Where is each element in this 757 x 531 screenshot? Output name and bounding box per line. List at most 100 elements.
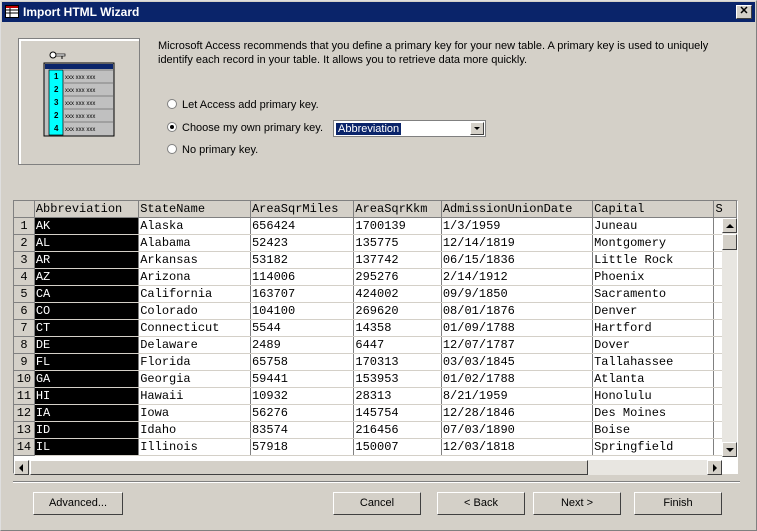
table-row: 4 AZ Arizona 114006 295276 2/14/1912 Phoenix	[14, 268, 737, 286]
back-button[interactable]: < Back	[437, 492, 525, 515]
illus-cell-text: xxx xxx xxx	[65, 75, 95, 81]
table-icon	[5, 5, 19, 18]
table-cell: 2489	[250, 336, 355, 354]
row-number-cell[interactable]: 6	[14, 302, 35, 320]
table-cell: 1/3/1959	[441, 217, 594, 235]
table-cell: Dover	[592, 336, 715, 354]
window-title: Import HTML Wizard	[23, 5, 140, 19]
table-cell: 145754	[353, 404, 442, 422]
table-cell: Hawaii	[138, 387, 251, 405]
cancel-button[interactable]: Cancel	[333, 492, 421, 515]
table-row: 12 IA Iowa 56276 145754 12/28/1846 Des Moines	[14, 404, 737, 422]
column-header-admissionuniondate[interactable]: AdmissionUnionDate	[441, 201, 594, 218]
radio-button-selected[interactable]	[167, 122, 177, 132]
table-row: 3 AR Arkansas 53182 137742 06/15/1836 Little R…	[14, 251, 737, 269]
row-number-cell[interactable]: 10	[14, 370, 35, 388]
radio-button[interactable]	[167, 99, 177, 109]
primary-key-cell: IL	[34, 438, 140, 456]
row-number-cell[interactable]: 11	[14, 387, 35, 405]
table-cell: 03/03/1845	[441, 353, 594, 371]
primary-key-cell: ID	[34, 421, 140, 439]
table-cell: 137742	[353, 251, 442, 269]
primary-key-cell: CA	[34, 285, 140, 303]
vertical-scroll-thumb[interactable]	[722, 234, 737, 250]
header-row: Abbreviation StateName AreaSqrMiles Area…	[14, 201, 737, 218]
table-cell: 12/07/1787	[441, 336, 594, 354]
table-cell: 01/09/1788	[441, 319, 594, 337]
column-header-areasqrkkm[interactable]: AreaSqrKkm	[353, 201, 442, 218]
row-number-cell[interactable]: 14	[14, 438, 35, 456]
finish-button[interactable]: Finish	[634, 492, 722, 515]
row-number-cell[interactable]: 12	[14, 404, 35, 422]
scroll-left-button[interactable]	[14, 460, 29, 475]
row-number-cell[interactable]: 7	[14, 319, 35, 337]
next-button[interactable]: Next >	[533, 492, 621, 515]
table-row: 8 DE Delaware 2489 6447 12/07/1787 Dover	[14, 336, 737, 354]
radio-label: Choose my own primary key.	[182, 122, 324, 134]
primary-key-cell: CT	[34, 319, 140, 337]
title-bar[interactable]: Import HTML Wizard ✕	[2, 2, 755, 22]
row-number-cell[interactable]: 1	[14, 217, 35, 235]
row-number-cell[interactable]: 3	[14, 251, 35, 269]
table-cell: Arkansas	[138, 251, 251, 269]
table-cell: Idaho	[138, 421, 251, 439]
table-cell: Iowa	[138, 404, 251, 422]
vertical-scrollbar[interactable]	[722, 218, 737, 457]
chevron-down-icon[interactable]	[470, 122, 484, 135]
table-cell: 170313	[353, 353, 442, 371]
horizontal-scrollbar[interactable]	[14, 460, 722, 475]
radio-button[interactable]	[167, 144, 177, 154]
primary-key-cell: GA	[34, 370, 140, 388]
row-number-cell[interactable]: 9	[14, 353, 35, 371]
primary-key-cell: AK	[34, 217, 140, 235]
close-icon: ✕	[739, 5, 749, 17]
primary-key-cell: DE	[34, 336, 140, 354]
table-cell: 06/15/1836	[441, 251, 594, 269]
row-number-cell[interactable]: 2	[14, 234, 35, 252]
table-cell: 08/01/1876	[441, 302, 594, 320]
table-row: 10 GA Georgia 59441 153953 01/02/1788 Atlanta	[14, 370, 737, 388]
column-header-statename[interactable]: StateName	[138, 201, 251, 218]
scroll-down-button[interactable]	[722, 442, 737, 457]
scroll-right-button[interactable]	[707, 460, 722, 475]
table-cell: California	[138, 285, 251, 303]
primary-key-cell: AL	[34, 234, 140, 252]
column-header-capital[interactable]: Capital	[592, 201, 715, 218]
advanced-button[interactable]: Advanced...	[33, 492, 123, 515]
table-row: 14 IL Illinois 57918 150007 12/03/1818 Springf…	[14, 438, 737, 456]
horizontal-scroll-thumb[interactable]	[30, 460, 588, 475]
radio-label: No primary key.	[182, 144, 259, 156]
table-cell: Juneau	[592, 217, 715, 235]
table-cell: Denver	[592, 302, 715, 320]
table-cell: 269620	[353, 302, 442, 320]
table-cell: 28313	[353, 387, 442, 405]
row-number-cell[interactable]: 13	[14, 421, 35, 439]
row-number-cell[interactable]: 8	[14, 336, 35, 354]
column-header-abbreviation[interactable]: Abbreviation	[34, 201, 140, 218]
illus-cell-text: xxx xxx xxx	[65, 88, 95, 94]
table-cell: Atlanta	[592, 370, 715, 388]
primary-key-field-dropdown[interactable]: Abbreviation	[333, 120, 486, 137]
table-cell: Georgia	[138, 370, 251, 388]
dropdown-selected-value: Abbreviation	[336, 123, 402, 135]
table-row: 2 AL Alabama 52423 135775 12/14/1819 Montgomer…	[14, 234, 737, 252]
illus-row-number: 3	[54, 98, 59, 107]
table-cell: 6447	[353, 336, 442, 354]
row-number-cell[interactable]: 5	[14, 285, 35, 303]
table-cell: 56276	[250, 404, 355, 422]
primary-key-cell: HI	[34, 387, 140, 405]
column-header-s[interactable]: S	[713, 201, 737, 218]
table-cell: 12/14/1819	[441, 234, 594, 252]
table-cell: Delaware	[138, 336, 251, 354]
close-button[interactable]: ✕	[736, 5, 752, 19]
table-cell: Hartford	[592, 319, 715, 337]
row-number-cell[interactable]: 4	[14, 268, 35, 286]
scroll-up-button[interactable]	[722, 218, 737, 233]
illus-row-number: 2	[54, 85, 59, 94]
separator	[13, 481, 740, 483]
table-cell: 104100	[250, 302, 355, 320]
column-header-areasqrmiles[interactable]: AreaSqrMiles	[250, 201, 355, 218]
data-preview-grid[interactable]: Abbreviation StateName AreaSqrMiles Area…	[13, 200, 738, 474]
table-cell: 1700139	[353, 217, 442, 235]
table-cell: Des Moines	[592, 404, 715, 422]
